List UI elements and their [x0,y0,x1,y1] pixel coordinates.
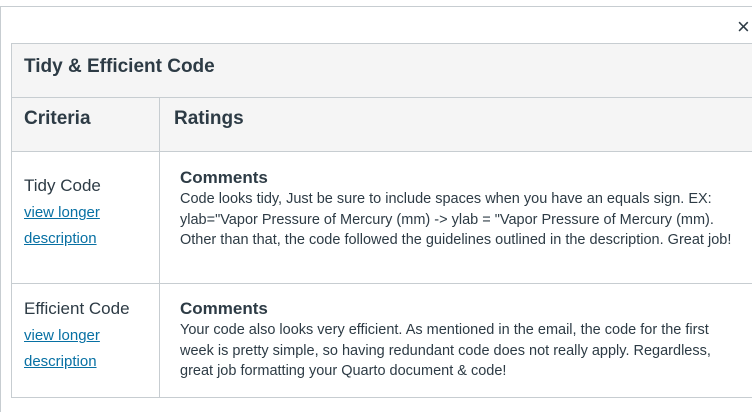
close-icon[interactable]: × [737,16,752,38]
comments-label: Comments [180,168,268,187]
comments-text: Code looks tidy, Just be sure to include… [180,191,732,248]
criterion-name: Tidy Code [24,176,101,195]
criterion-row-efficient: Efficient Code view longer description C… [12,284,752,399]
column-divider [159,284,160,397]
view-longer-description-link[interactable]: view longer description [24,200,124,252]
comments-label: Comments [180,299,268,318]
column-divider [159,98,160,151]
view-longer-description-link[interactable]: view longer description [24,323,124,375]
column-divider [159,152,160,284]
criterion-row-tidy: Tidy Code view longer description Commen… [12,152,752,284]
rubric-header-row: Criteria Ratings [12,98,752,152]
rubric-table: Tidy & Efficient Code Criteria Ratings T… [11,43,752,398]
rubric-title: Tidy & Efficient Code [12,44,752,98]
criteria-header: Criteria [24,108,91,129]
comments-text: Your code also looks very efficient. As … [180,322,711,379]
dialog-top-border [0,6,752,7]
ratings-header: Ratings [174,108,244,129]
dialog-left-border [0,6,1,412]
criterion-name: Efficient Code [24,299,130,318]
